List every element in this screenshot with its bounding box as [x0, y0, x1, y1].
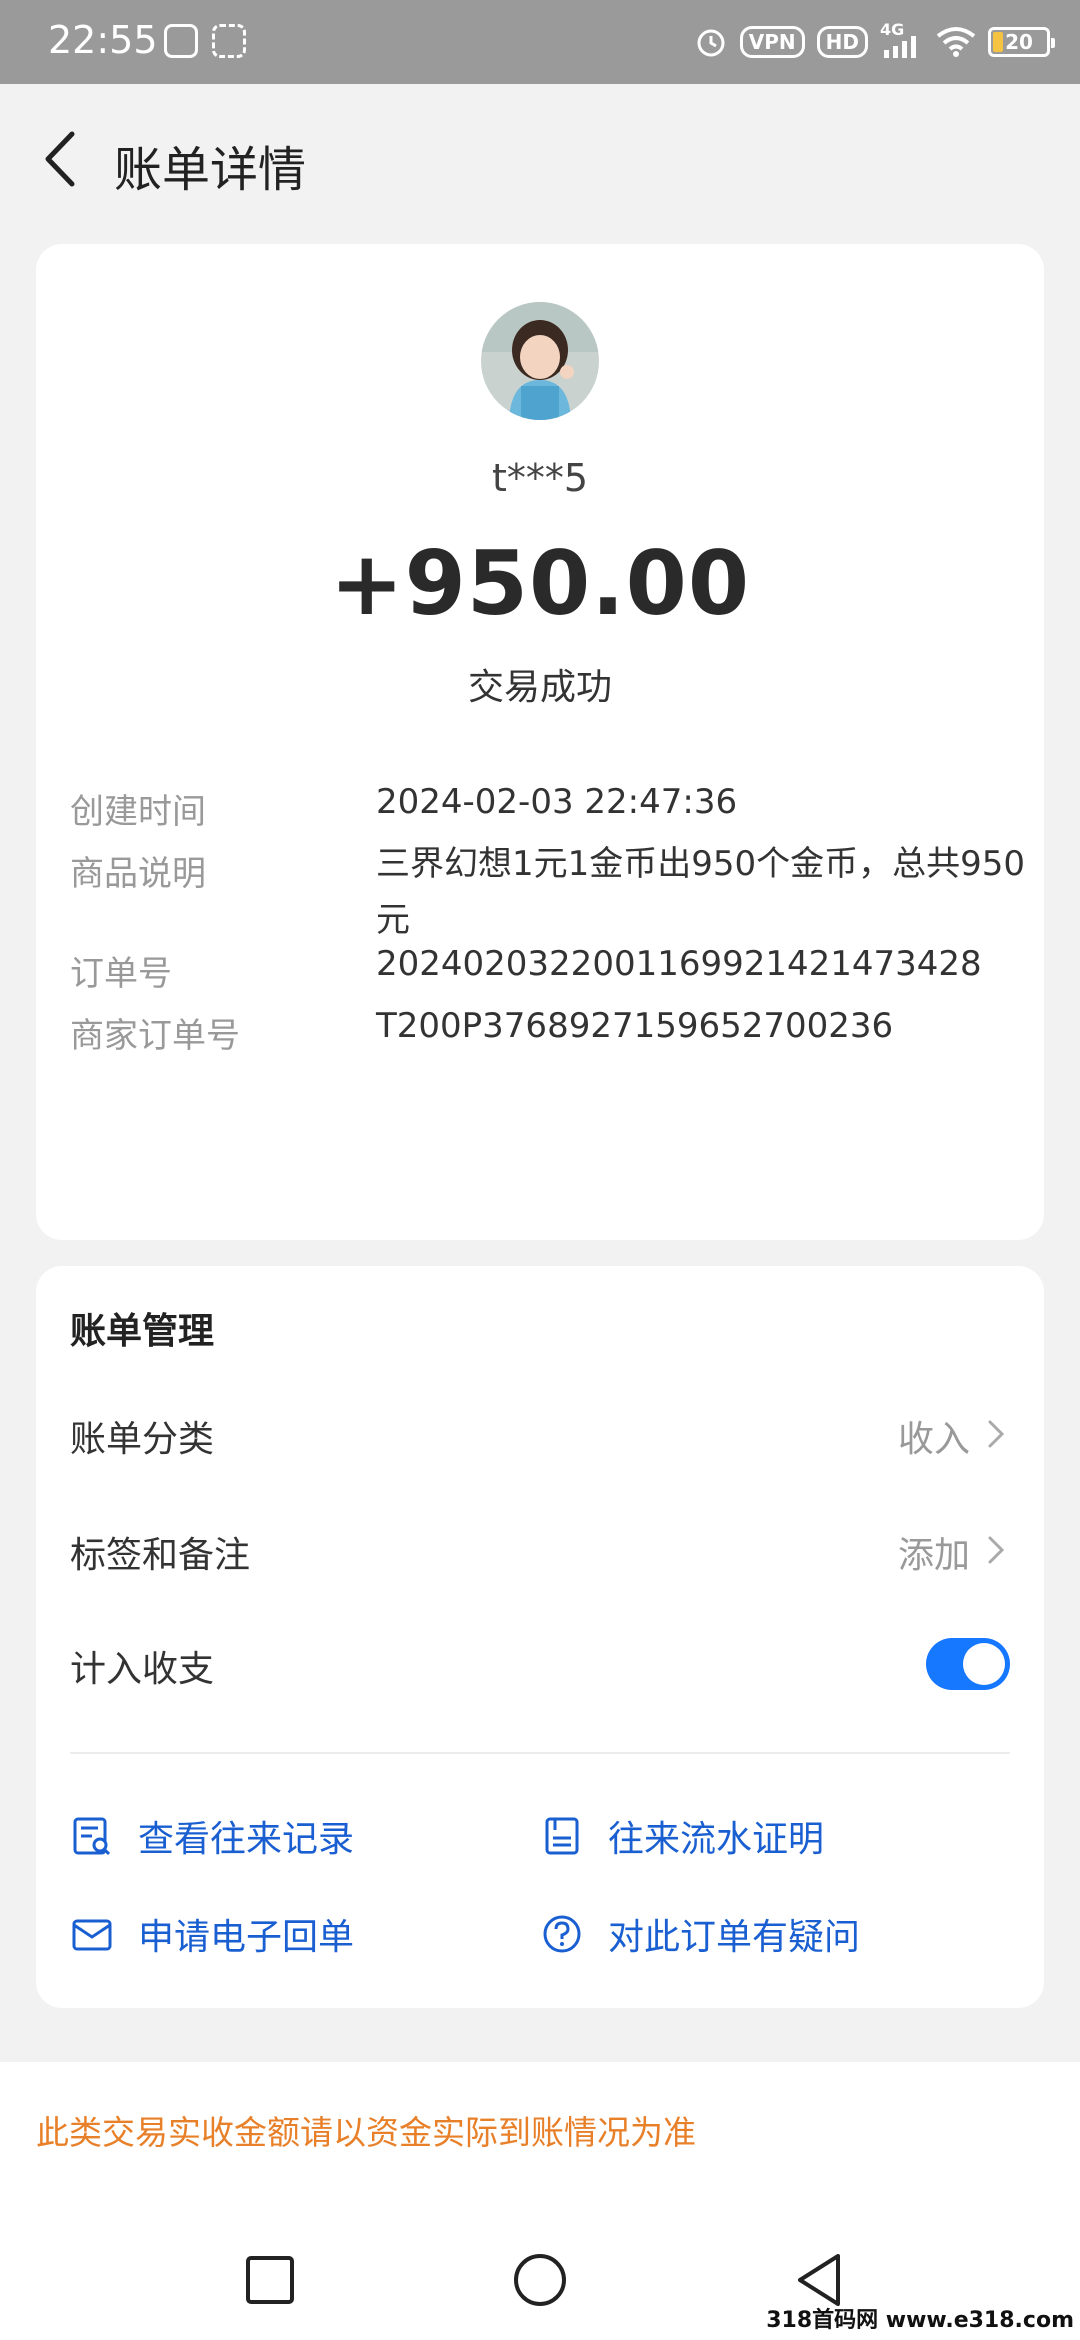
record-search-icon — [73, 1817, 111, 1856]
detail-label: 创建时间 — [70, 792, 206, 832]
title-bar: 账单详情 — [0, 84, 1080, 234]
app-notification-icon — [212, 24, 246, 58]
tags-notes-row[interactable]: 标签和备注 添加 — [70, 1514, 1010, 1584]
wifi-icon — [936, 27, 976, 57]
home-icon[interactable] — [510, 2250, 570, 2310]
bill-category-value: 收入 — [897, 1419, 970, 1460]
apply-e-receipt-button[interactable]: 申请电子回单 — [70, 1904, 354, 1964]
transaction-status: 交易成功 — [467, 667, 612, 708]
question-icon — [543, 1915, 581, 1953]
detail-value: 2024-02-03 22:47:36 — [376, 782, 738, 822]
cellular-signal-icon: 4G — [880, 20, 924, 60]
divider — [70, 1752, 1010, 1754]
detail-value[interactable]: T200P3768927159652700236 — [376, 998, 1056, 1054]
hd-badge: HD — [816, 26, 868, 58]
watermark: 318首码网 www.e318.com — [766, 2308, 1074, 2333]
chevron-right-icon — [988, 1536, 1005, 1564]
tags-notes-label: 标签和备注 — [70, 1535, 251, 1576]
chevron-right-icon — [988, 1420, 1005, 1448]
detail-label: 订单号 — [70, 954, 172, 994]
counterparty-name: t***5 — [491, 456, 589, 500]
alarm-icon — [697, 29, 725, 57]
navigation-bar: 318首码网 www.e318.com — [0, 2220, 1080, 2340]
back-triangle-icon[interactable] — [790, 2250, 850, 2310]
detail-label: 商品说明 — [70, 854, 206, 894]
app-notification-icon — [164, 24, 198, 58]
action-label: 查看往来记录 — [138, 1819, 355, 1860]
back-arrow-icon[interactable] — [34, 124, 94, 194]
status-bar: 22:55 VPN HD 4G 20 — [0, 0, 1080, 84]
status-icons: VPN HD 4G 20 — [694, 20, 1055, 62]
detail-value: 三界幻想1元1金币出950个金币，总共950元 — [376, 844, 1026, 940]
include-in-budget-label: 计入收支 — [70, 1649, 215, 1690]
action-label: 申请电子回单 — [138, 1917, 355, 1958]
tags-notes-value: 添加 — [897, 1535, 970, 1576]
detail-value[interactable]: 2024020322001169921421473428 — [376, 936, 1056, 992]
page-title: 账单详情 — [114, 142, 307, 198]
order-question-button[interactable]: 对此订单有疑问 — [540, 1904, 860, 1964]
mail-icon — [72, 1919, 112, 1951]
vpn-badge: VPN — [739, 26, 805, 58]
bill-category-label: 账单分类 — [70, 1419, 215, 1460]
notice-text: 此类交易实收金额请以资金实际到账情况为准 — [36, 2113, 696, 2152]
action-label: 往来流水证明 — [608, 1819, 825, 1860]
certificate-icon — [545, 1817, 579, 1855]
action-label: 对此订单有疑问 — [608, 1917, 861, 1958]
include-in-budget-row: 计入收支 — [70, 1628, 1010, 1698]
view-records-button[interactable]: 查看往来记录 — [70, 1806, 354, 1866]
recent-apps-icon[interactable] — [240, 2250, 300, 2310]
detail-label: 商家订单号 — [70, 1016, 240, 1056]
transaction-card: t***5 +950.00 交易成功 创建时间 2024-02-03 22:47… — [36, 244, 1044, 1240]
transaction-certificate-button[interactable]: 往来流水证明 — [540, 1806, 824, 1866]
avatar[interactable] — [481, 302, 599, 420]
include-in-budget-toggle[interactable] — [926, 1638, 1010, 1690]
battery-icon: 20 — [988, 27, 1055, 57]
section-title: 账单管理 — [70, 1311, 215, 1352]
status-time: 22:55 — [48, 18, 158, 62]
bill-category-row[interactable]: 账单分类 收入 — [70, 1398, 1010, 1468]
transaction-amount: +950.00 — [329, 532, 751, 635]
bill-management-card: 账单管理 账单分类 收入 标签和备注 添加 计入收支 查看往来记录 往来流水证明… — [36, 1266, 1044, 2008]
